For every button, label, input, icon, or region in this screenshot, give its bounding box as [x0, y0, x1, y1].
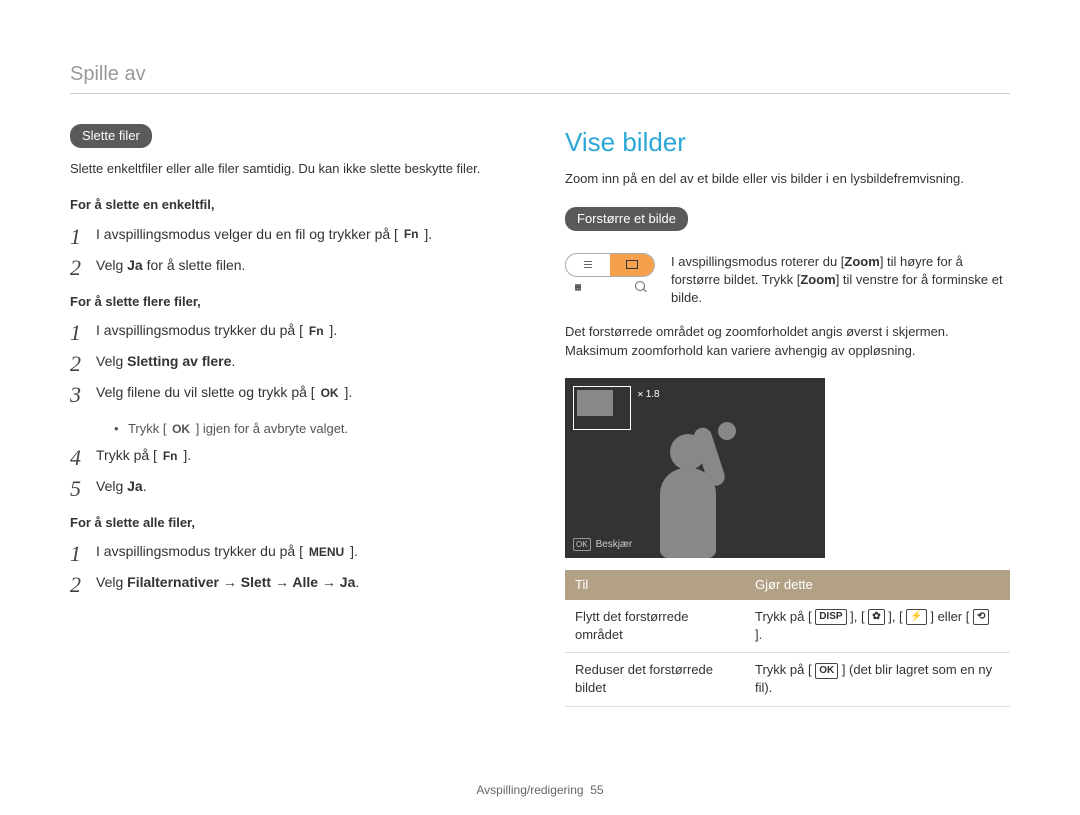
page-footer: Avspilling/redigering 55 — [0, 782, 1080, 799]
step-text: Trykk på [ Fn ]. — [96, 446, 515, 466]
step-text: Velg filene du vil slette og trykk på [ … — [96, 383, 515, 403]
zoom-out-side — [566, 254, 610, 276]
zoom-desc: I avspillingsmodus roterer du [Zoom] til… — [671, 253, 1010, 308]
zoom-in-side — [610, 254, 654, 276]
action-table: Til Gjør dette Flytt det forstørrede omr… — [565, 570, 1010, 707]
section-vise-bilder: Vise bilder — [565, 124, 1010, 160]
cell-move-action: Trykk på [ DISP ], [ ✿ ], [ ⚡ ] eller [ … — [745, 600, 1010, 653]
step-text: Velg Ja. — [96, 477, 515, 497]
bullet-cancel: Trykk [ OK ] igjen for å avbryte valget. — [114, 420, 515, 438]
step-number: 4 — [70, 446, 96, 469]
step-number: 2 — [70, 573, 96, 596]
steps-multi-cont: 4 Trykk på [ Fn ]. 5 Velg Ja. — [70, 446, 515, 500]
steps-all: 1 I avspillingsmodus trykker du på [ MEN… — [70, 542, 515, 596]
thumbnail-icon: ▦ — [575, 281, 581, 296]
table-header-til: Til — [565, 570, 745, 600]
step-text: Velg Sletting av flere. — [96, 352, 515, 372]
sub-all: For å slette alle filer, — [70, 514, 515, 532]
macro-button-icon: ✿ — [868, 609, 884, 625]
table-row: Flytt det forstørrede området Trykk på [… — [565, 600, 1010, 653]
step-number: 1 — [70, 225, 96, 248]
table-header-gjor: Gjør dette — [745, 570, 1010, 600]
step-number: 5 — [70, 477, 96, 500]
step-number: 2 — [70, 352, 96, 375]
zoom-ratio-label: ✕1.8 — [637, 388, 660, 402]
steps-multi: 1 I avspillingsmodus trykker du på [ Fn … — [70, 321, 515, 406]
right-column: Vise bilder Zoom inn på en del av et bil… — [565, 124, 1010, 707]
intro-delete: Slette enkeltfiler eller alle filer samt… — [70, 160, 515, 178]
sub-multi: For å slette flere filer, — [70, 293, 515, 311]
cell-reduce-action: Trykk på [ OK ] (det blir lagret som en … — [745, 653, 1010, 706]
zoom-control-icon: ▦ — [565, 253, 655, 296]
step-text: Velg Filalternativer → Slett → Alle → Ja… — [96, 573, 515, 593]
page-header: Spille av — [70, 60, 1010, 94]
step-number: 3 — [70, 383, 96, 406]
cell-reduce: Reduser det forstørrede bildet — [565, 653, 745, 706]
disp-button-icon: DISP — [815, 609, 846, 625]
child-silhouette-icon — [620, 418, 770, 558]
step-number: 2 — [70, 256, 96, 279]
cell-move: Flytt det forstørrede området — [565, 600, 745, 653]
pill-slette-filer: Slette filer — [70, 124, 152, 148]
left-column: Slette filer Slette enkeltfiler eller al… — [70, 124, 515, 707]
timer-button-icon: ⟲ — [973, 609, 989, 625]
ok-button-icon: OK — [319, 385, 341, 402]
step-text: I avspillingsmodus trykker du på [ Fn ]. — [96, 321, 515, 341]
steps-single: 1 I avspillingsmodus velger du en fil og… — [70, 225, 515, 279]
pill-forstorre: Forstørre et bilde — [565, 207, 688, 231]
intro-view: Zoom inn på en del av et bilde eller vis… — [565, 170, 1010, 188]
table-row: Reduser det forstørrede bildet Trykk på … — [565, 653, 1010, 706]
fn-button-icon: Fn — [161, 448, 180, 465]
ok-button-icon: OK — [170, 421, 192, 438]
flash-button-icon: ⚡ — [906, 609, 926, 625]
ok-icon: OK — [573, 538, 591, 551]
crop-bar: OK Beskjær — [573, 538, 632, 552]
step-text: I avspillingsmodus trykker du på [ MENU … — [96, 542, 515, 562]
step-text: Velg Ja for å slette filen. — [96, 256, 515, 276]
step-text: I avspillingsmodus velger du en fil og t… — [96, 225, 515, 245]
fn-button-icon: Fn — [402, 226, 421, 243]
magnifier-icon — [635, 281, 645, 296]
fn-button-icon: Fn — [307, 323, 326, 340]
preview-screenshot: ✕1.8 OK Beskjær — [565, 378, 825, 558]
step-number: 1 — [70, 542, 96, 565]
zoom-para2: Det forstørrede området og zoomforholdet… — [565, 323, 1010, 359]
menu-button-icon: MENU — [307, 544, 346, 561]
step-number: 1 — [70, 321, 96, 344]
sub-single: For å slette en enkeltfil, — [70, 196, 515, 214]
ok-button-icon: OK — [815, 663, 838, 679]
